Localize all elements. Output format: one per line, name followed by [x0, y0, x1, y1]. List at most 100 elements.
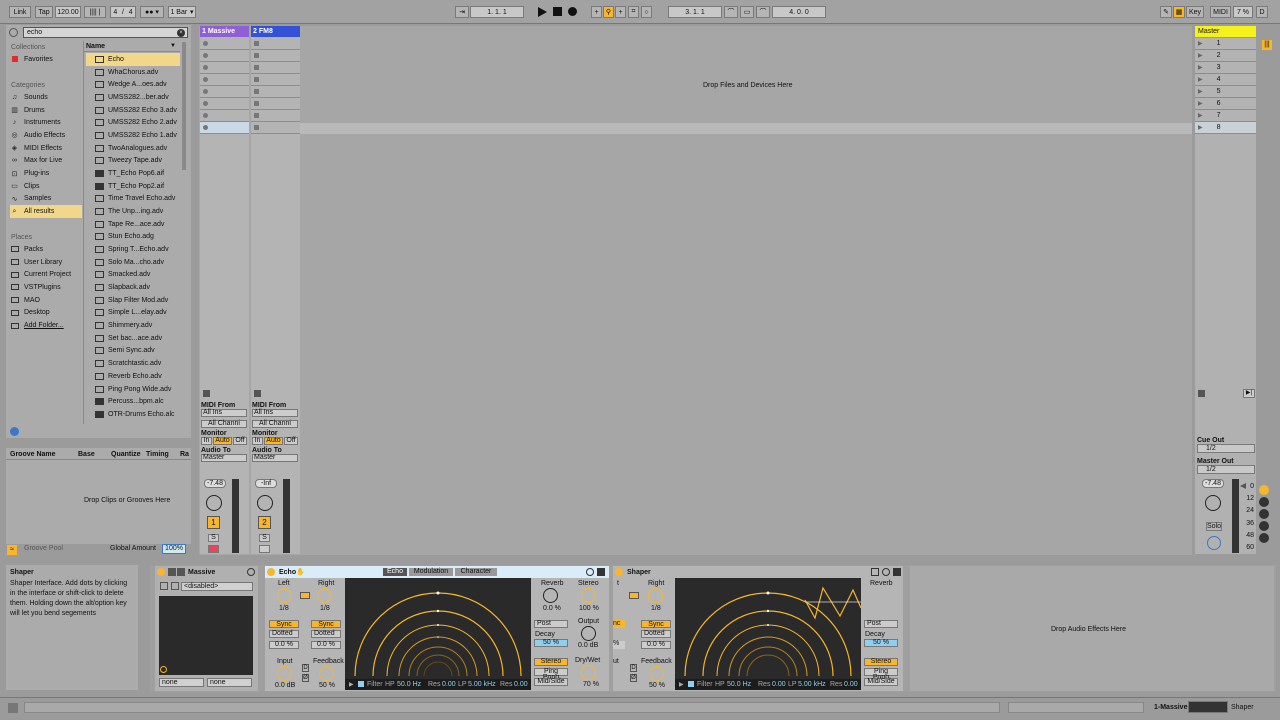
status-chain-overview[interactable] — [1188, 701, 1228, 713]
browser-result-item[interactable]: UMSS282...ber.adv — [86, 91, 180, 104]
stop-slot-icon[interactable] — [254, 101, 259, 106]
sidebar-item-sounds[interactable]: ♫ Sounds — [10, 91, 82, 104]
post-select[interactable]: Post — [534, 620, 568, 628]
sidebar-item-favorites[interactable]: Favorites — [10, 53, 82, 66]
pan-knob[interactable] — [206, 495, 222, 511]
selected-scene-row[interactable] — [300, 123, 1192, 134]
feedback-d-button[interactable]: D — [302, 664, 309, 672]
feedback-knob[interactable] — [319, 666, 334, 681]
echo-preset-icon[interactable] — [586, 568, 594, 576]
global-amount-field[interactable]: 100% — [162, 544, 186, 554]
clip-slot[interactable] — [200, 74, 249, 86]
solo-button[interactable]: S — [259, 534, 270, 542]
massive-xy-dot[interactable] — [160, 666, 167, 673]
filter-enable-icon[interactable] — [358, 681, 364, 687]
clip-slot[interactable] — [200, 86, 249, 98]
stop-slot-icon[interactable] — [254, 41, 259, 46]
browser-result-item[interactable]: Reverb Echo.adv — [86, 370, 180, 383]
status-left-icon[interactable] — [8, 703, 18, 713]
browser-result-item[interactable]: Smacked.adv — [86, 269, 180, 282]
mid-side-button[interactable]: Mid/Side — [534, 678, 568, 686]
computer-keyboard-icon[interactable]: ▦ — [1173, 6, 1185, 18]
shaper-mid-side-button[interactable]: Mid/Side — [864, 678, 898, 686]
massive-x-select[interactable]: none — [159, 678, 204, 687]
tab-character[interactable]: Character — [455, 568, 497, 576]
record-slot-icon[interactable] — [203, 53, 208, 58]
shaper-expand-icon[interactable] — [871, 568, 879, 576]
session-record-icon[interactable]: ○ — [641, 6, 652, 18]
clip-slot[interactable] — [251, 86, 300, 98]
browser-result-item[interactable]: WhaChorus.adv — [86, 66, 180, 79]
shaper-dotted-select[interactable]: Dotted — [641, 630, 671, 638]
shaper-filter-res1-value[interactable]: 0.00 — [772, 681, 786, 688]
scene-launch-icon[interactable]: ▶ — [1198, 88, 1203, 95]
monitor-in-button[interactable]: In — [252, 437, 263, 445]
filter-play-icon[interactable]: ▶ — [349, 681, 354, 688]
scene-launch-icon[interactable]: ▶ — [1198, 100, 1203, 107]
record-slot-icon[interactable] — [203, 77, 208, 82]
midi-input-select[interactable]: All Ins — [252, 409, 298, 417]
stop-icon[interactable] — [553, 7, 562, 16]
stereo-mode-button[interactable]: Stereo — [534, 658, 568, 666]
shaper-filter-play-icon[interactable]: ▶ — [679, 681, 684, 688]
volume-field[interactable]: -Inf — [255, 479, 277, 488]
stereo-knob[interactable] — [581, 588, 596, 603]
track-activator-button[interactable]: 2 — [258, 516, 271, 529]
record-slot-icon[interactable] — [203, 101, 208, 106]
left-sync-button[interactable]: Sync — [269, 620, 299, 628]
clip-slot[interactable] — [200, 122, 249, 134]
shaper-phase-button[interactable]: Ø — [630, 674, 637, 682]
scene-launch-icon[interactable]: ▶ — [1198, 124, 1203, 131]
massive-y-select[interactable]: none — [207, 678, 252, 687]
browser-result-item[interactable]: UMSS282 Echo 2.adv — [86, 116, 180, 129]
shaper-save-icon[interactable] — [893, 568, 901, 576]
filter-lp-value[interactable]: 5.00 kHz — [468, 681, 496, 688]
pan-knob[interactable] — [257, 495, 273, 511]
overdub-icon[interactable]: + — [591, 6, 602, 18]
shaper-right-offset[interactable]: 0.0 % — [641, 641, 671, 649]
left-offset[interactable]: 0.0 % — [269, 641, 299, 649]
loop-icon[interactable]: ▭ — [740, 6, 754, 18]
scene-launch-icon[interactable]: ▶ — [1198, 64, 1203, 71]
record-slot-icon[interactable] — [203, 125, 208, 130]
capture-icon[interactable]: ⌗ — [628, 6, 639, 18]
massive-param-icon[interactable] — [171, 582, 179, 590]
sidebar-item-vstplugins[interactable]: VSTPlugins — [10, 281, 82, 294]
clip-slot[interactable] — [200, 38, 249, 50]
echo-hot-swap-icon[interactable]: ✋ — [296, 568, 305, 576]
sidebar-item-midi-effects[interactable]: ◈ MIDI Effects — [10, 142, 82, 155]
audio-output-select[interactable]: Master — [252, 454, 298, 462]
stop-slot-icon[interactable] — [254, 89, 259, 94]
clip-slot[interactable] — [200, 98, 249, 110]
shaper-right-knob[interactable] — [648, 588, 663, 603]
browser-result-item[interactable]: TwoAnalogues.adv — [86, 142, 180, 155]
clip-slot[interactable] — [251, 62, 300, 74]
feedback-phase-button[interactable]: Ø — [302, 674, 309, 682]
session-view-icon[interactable]: ||| — [1262, 40, 1272, 50]
browser-result-item[interactable]: Solo Ma...cho.adv — [86, 256, 180, 269]
stop-all-clips-icon[interactable] — [1198, 390, 1205, 397]
sidebar-item-add-folder[interactable]: Add Folder... — [10, 319, 82, 332]
punch-out-icon[interactable]: ⌒ — [756, 6, 770, 18]
midi-channel-select[interactable]: All Channi — [252, 420, 298, 428]
track-header-fm8[interactable]: 2 FM8 — [251, 26, 300, 37]
record-slot-icon[interactable] — [203, 113, 208, 118]
massive-power-icon[interactable] — [157, 568, 165, 576]
io-view-icon[interactable] — [1259, 497, 1269, 507]
midi-map-button[interactable]: MIDI — [1210, 6, 1231, 18]
shaper-sync-button[interactable]: Sync — [641, 620, 671, 628]
echo-save-icon[interactable] — [597, 568, 605, 576]
re-enable-automation-icon[interactable]: + — [615, 6, 626, 18]
right-offset[interactable]: 0.0 % — [311, 641, 341, 649]
shaper-d-button[interactable]: D — [630, 664, 637, 672]
shaper-post-select[interactable]: Post — [864, 620, 898, 628]
play-icon[interactable] — [538, 7, 547, 17]
sidebar-item-audio-effects[interactable]: ◎ Audio Effects — [10, 129, 82, 142]
echo-power-icon[interactable] — [267, 568, 275, 576]
midi-input-select[interactable]: All Ins — [201, 409, 247, 417]
clip-slot[interactable] — [251, 122, 300, 134]
cue-out-select[interactable]: 1/2 — [1197, 444, 1255, 453]
monitor-off-button[interactable]: Off — [233, 437, 247, 445]
master-volume-field[interactable]: -7.48 — [1202, 479, 1224, 488]
shaper-display[interactable] — [675, 578, 862, 690]
